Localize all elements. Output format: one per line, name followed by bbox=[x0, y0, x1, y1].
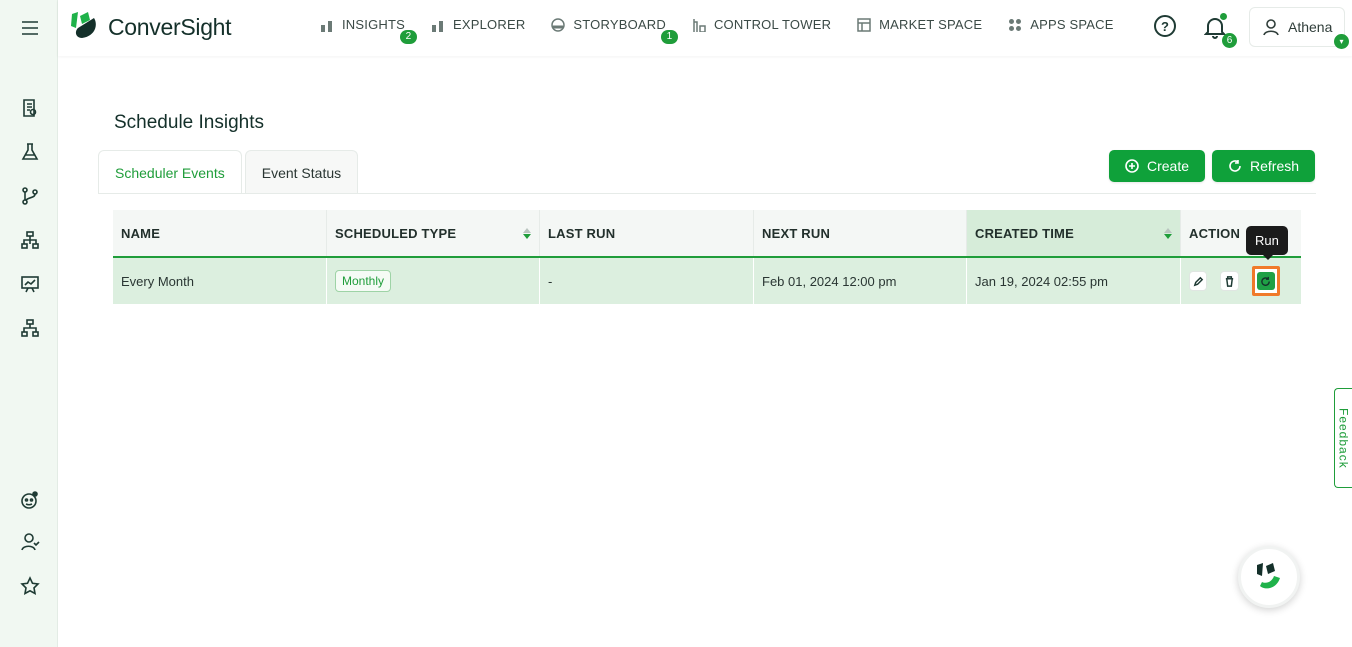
sidebar bbox=[0, 0, 58, 647]
storyboard-badge: 1 bbox=[660, 30, 678, 44]
create-button[interactable]: Create bbox=[1109, 150, 1206, 182]
nav-storyboard-label: STORYBOARD bbox=[573, 17, 666, 32]
cell-created-time: Jan 19, 2024 02:55 pm bbox=[967, 258, 1181, 304]
col-name-label: NAME bbox=[121, 225, 161, 241]
tab-scheduler-events[interactable]: Scheduler Events bbox=[98, 150, 242, 194]
table-row[interactable]: Every Month Monthly - Feb 01, 2024 12:00… bbox=[113, 258, 1301, 304]
app-root: ConverSight INSIGHTS 2 EXPLORER STORYBOA… bbox=[0, 0, 1352, 647]
cell-actions bbox=[1181, 258, 1301, 304]
tab-event-status[interactable]: Event Status bbox=[244, 150, 359, 194]
run-button[interactable] bbox=[1251, 266, 1280, 296]
flask-icon[interactable] bbox=[18, 140, 42, 164]
col-created-time-label: CREATED TIME bbox=[975, 225, 1074, 241]
star-icon[interactable] bbox=[18, 574, 42, 598]
plus-circle-icon bbox=[1125, 159, 1139, 173]
store-icon bbox=[857, 17, 871, 32]
col-action-label: ACTION bbox=[1189, 225, 1241, 241]
cell-scheduled-type: Monthly bbox=[327, 258, 540, 304]
top-header: ConverSight INSIGHTS 2 EXPLORER STORYBOA… bbox=[58, 0, 1352, 56]
notification-dot bbox=[1220, 13, 1227, 20]
col-next-run-label: NEXT RUN bbox=[762, 225, 831, 241]
cell-name: Every Month bbox=[113, 258, 327, 304]
notification-badge: 6 bbox=[1222, 33, 1237, 48]
chatbot-button[interactable] bbox=[1238, 546, 1300, 608]
nav-control-tower[interactable]: CONTROL TOWER bbox=[692, 17, 831, 32]
gauge-icon bbox=[551, 17, 566, 32]
chevron-down-icon[interactable]: ▾ bbox=[1334, 34, 1349, 49]
page-title: Schedule Insights bbox=[114, 112, 264, 133]
run-icon bbox=[1256, 272, 1275, 290]
tab-bar: Scheduler Events Event Status bbox=[98, 150, 359, 194]
cell-next-run: Feb 01, 2024 12:00 pm bbox=[754, 258, 967, 304]
user-icon bbox=[1263, 19, 1279, 36]
org-chart-icon[interactable] bbox=[18, 316, 42, 340]
nav-insights-label: INSIGHTS bbox=[342, 17, 405, 32]
feedback-tab[interactable]: Feedback bbox=[1334, 388, 1352, 488]
menu-icon[interactable] bbox=[18, 16, 42, 40]
branch-icon[interactable] bbox=[18, 184, 42, 208]
col-next-run[interactable]: NEXT RUN bbox=[754, 210, 967, 256]
refresh-label: Refresh bbox=[1250, 158, 1300, 174]
col-created-time[interactable]: CREATED TIME bbox=[967, 210, 1181, 256]
nav-storyboard[interactable]: STORYBOARD 1 bbox=[551, 17, 678, 44]
sort-icon[interactable] bbox=[1164, 227, 1172, 239]
col-last-run-label: LAST RUN bbox=[548, 225, 616, 241]
app-name: ConverSight bbox=[108, 13, 232, 40]
nav-explorer-label: EXPLORER bbox=[453, 17, 526, 32]
nav-apps-space-label: APPS SPACE bbox=[1030, 17, 1114, 32]
chatbot-logo-icon bbox=[1257, 563, 1280, 589]
edit-button[interactable] bbox=[1189, 271, 1208, 291]
table-header: NAME SCHEDULED TYPE LAST RUN NEXT RUN CR… bbox=[113, 210, 1301, 258]
cell-last-run: - bbox=[540, 258, 754, 304]
logo[interactable]: ConverSight bbox=[68, 10, 232, 44]
nav-control-tower-label: CONTROL TOWER bbox=[713, 17, 832, 32]
bar-chart-icon bbox=[432, 20, 443, 32]
run-tooltip: Run bbox=[1246, 226, 1288, 260]
hierarchy-icon[interactable] bbox=[18, 228, 42, 252]
presentation-icon[interactable] bbox=[18, 272, 42, 296]
col-scheduled-type-label: SCHEDULED TYPE bbox=[335, 225, 457, 241]
help-icon[interactable]: ? bbox=[1154, 15, 1176, 37]
type-badge: Monthly bbox=[335, 270, 392, 292]
bot-icon[interactable] bbox=[18, 488, 42, 512]
delete-button[interactable] bbox=[1220, 271, 1239, 291]
col-name[interactable]: NAME bbox=[113, 210, 327, 256]
nav-market-space-label: MARKET SPACE bbox=[879, 17, 983, 32]
sort-icon[interactable] bbox=[523, 227, 531, 239]
refresh-icon bbox=[1229, 160, 1241, 172]
schedule-table: NAME SCHEDULED TYPE LAST RUN NEXT RUN CR… bbox=[113, 210, 1301, 304]
trash-icon bbox=[1225, 275, 1234, 287]
col-last-run[interactable]: LAST RUN bbox=[540, 210, 754, 256]
nav-apps-space[interactable]: APPS SPACE bbox=[1008, 17, 1113, 32]
feedback-label: Feedback bbox=[1336, 407, 1351, 469]
nav-explorer[interactable]: EXPLORER bbox=[431, 17, 525, 32]
users-icon[interactable] bbox=[18, 530, 42, 554]
user-name: Athena bbox=[1288, 19, 1333, 35]
grid-icon bbox=[1009, 18, 1022, 31]
main-nav: INSIGHTS 2 EXPLORER STORYBOARD 1 CONTROL… bbox=[320, 17, 1114, 44]
user-menu-button[interactable]: Athena bbox=[1249, 7, 1345, 47]
pencil-icon bbox=[1193, 276, 1203, 286]
nav-insights[interactable]: INSIGHTS 2 bbox=[320, 17, 417, 44]
conversight-logo-icon bbox=[68, 10, 102, 44]
create-label: Create bbox=[1147, 158, 1190, 174]
tower-icon bbox=[693, 18, 706, 32]
nav-market-space[interactable]: MARKET SPACE bbox=[857, 17, 982, 32]
col-scheduled-type[interactable]: SCHEDULED TYPE bbox=[327, 210, 540, 256]
insights-list-icon[interactable] bbox=[18, 96, 42, 120]
tabs-divider bbox=[98, 193, 1316, 194]
refresh-button[interactable]: Refresh bbox=[1212, 150, 1316, 182]
insights-badge: 2 bbox=[400, 30, 417, 44]
bar-chart-icon bbox=[321, 20, 332, 32]
